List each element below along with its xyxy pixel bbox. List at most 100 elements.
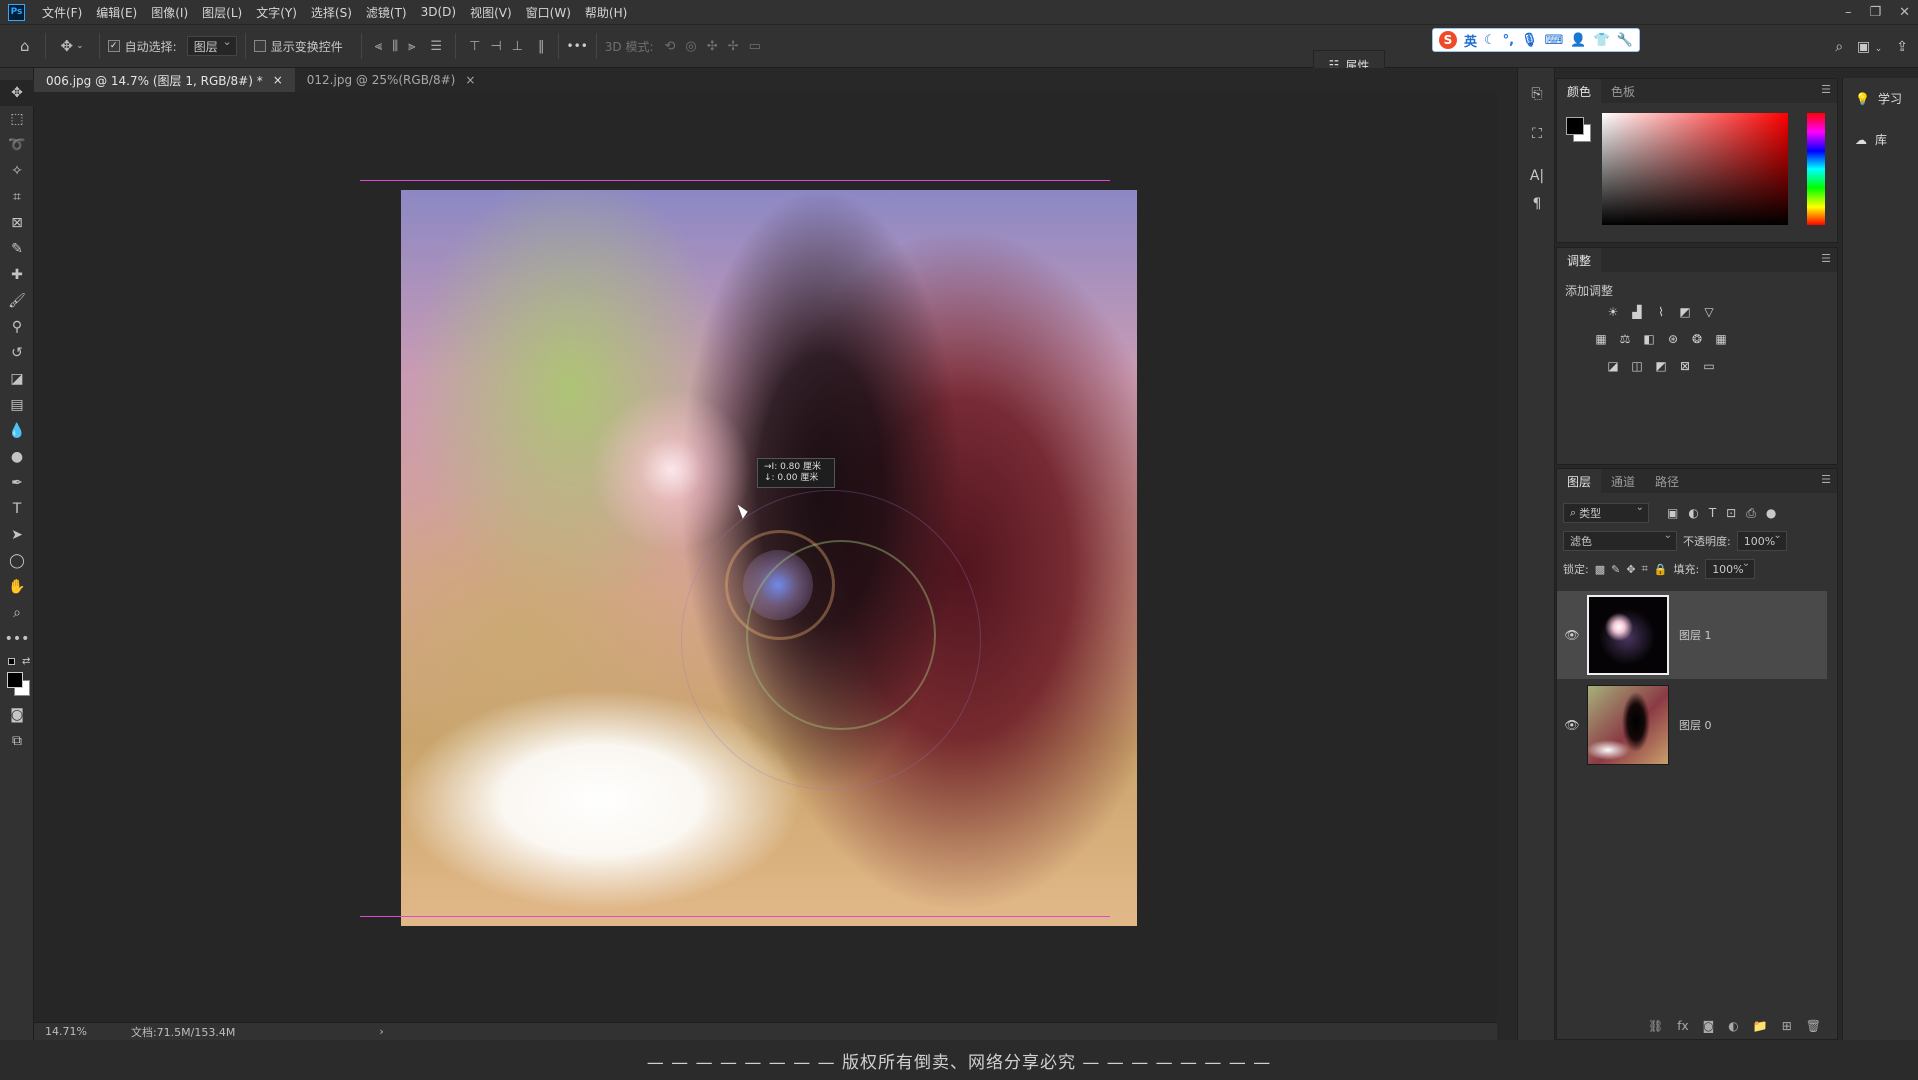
guide-line[interactable] [360,916,1110,917]
brush-tool-icon[interactable]: 🖌 [0,288,34,314]
vibrance-icon[interactable]: ▽ [1701,304,1717,320]
tab-006[interactable]: 006.jpg @ 14.7% (图层 1, RGB/8#) * × [34,68,295,92]
menu-type[interactable]: 文字(Y) [249,4,304,21]
3d-slide-icon[interactable]: ✢ [728,39,739,54]
user-icon[interactable]: 👤 [1570,33,1586,48]
filter-smart-object-icon[interactable]: ⎙ [1746,506,1756,521]
add-mask-icon[interactable]: ◙ [1703,1019,1715,1033]
menu-help[interactable]: 帮助(H) [578,4,634,21]
tab-012[interactable]: 012.jpg @ 25%(RGB/8#) × [295,68,488,92]
guide-line[interactable] [360,180,1110,181]
3d-roll-icon[interactable]: ◎ [685,39,696,54]
tab-adjustments[interactable]: 调整 [1557,248,1602,272]
3d-camera-icon[interactable]: ▭ [749,39,761,54]
eraser-tool-icon[interactable]: ◪ [0,366,34,392]
filter-shape-icon[interactable]: ⊡ [1726,506,1736,521]
move-tool-icon[interactable]: ✥ [0,80,34,106]
libraries-button[interactable]: ☁ 库 [1843,119,1918,160]
auto-select-dropdown[interactable]: 图层 [186,35,237,56]
zoom-level[interactable]: 14.71% [45,1025,87,1038]
opacity-input[interactable]: 100% [1736,530,1787,551]
gradient-tool-icon[interactable]: ▤ [0,392,34,418]
visibility-eye-icon[interactable]: 👁 [1557,718,1587,732]
menu-image[interactable]: 图像(I) [144,4,195,21]
layer-row[interactable]: 👁 图层 1 [1557,591,1827,679]
clone-stamp-tool-icon[interactable]: ⚲ [0,314,34,340]
minimize-icon[interactable]: – [1845,5,1852,20]
distribute-horizontal-icon[interactable]: ‖ [538,39,545,54]
align-left-icon[interactable]: ⫷ [375,39,382,54]
path-selection-tool-icon[interactable]: ➤ [0,522,34,548]
ime-language-toggle[interactable]: 英 [1464,31,1477,50]
character-panel-icon[interactable]: A| [1518,162,1556,190]
channel-mixer-icon[interactable]: ❂ [1689,331,1705,347]
menu-edit[interactable]: 编辑(E) [89,4,144,21]
layer-name[interactable]: 图层 1 [1679,627,1712,643]
panel-menu-icon[interactable]: ☰ [1821,252,1831,265]
posterize-icon[interactable]: ◫ [1629,358,1645,374]
menu-filter[interactable]: 滤镜(T) [359,4,414,21]
visibility-eye-icon[interactable]: 👁 [1557,628,1587,642]
threshold-icon[interactable]: ◩ [1653,358,1669,374]
home-icon[interactable]: ⌂ [20,37,30,55]
lock-all-icon[interactable]: 🔒 [1654,563,1668,576]
keyboard-icon[interactable]: ⌨ [1545,33,1564,48]
crop-tool-icon[interactable]: ⌗ [0,184,34,210]
wrench-icon[interactable]: 🔧 [1617,33,1633,48]
layer-filter-dropdown[interactable]: ⌕ 类型 [1563,502,1649,523]
link-layers-icon[interactable]: ⛓ [1648,1019,1663,1033]
menu-window[interactable]: 窗口(W) [519,4,578,21]
tab-swatches[interactable]: 色板 [1601,79,1645,103]
moon-icon[interactable]: ☾ [1484,33,1496,48]
color-lookup-icon[interactable]: ▦ [1713,331,1729,347]
filter-adjustment-icon[interactable]: ◐ [1688,506,1698,521]
filter-toggle-icon[interactable]: ● [1766,506,1776,521]
type-tool-icon[interactable]: T [0,496,34,522]
lock-position-icon[interactable]: ✥ [1626,563,1635,576]
quick-mask-icon[interactable]: ◙ [0,702,34,728]
zoom-tool-icon[interactable]: ⌕ [0,600,34,626]
edit-toolbar-icon[interactable]: ••• [0,626,34,652]
delete-layer-icon[interactable]: 🗑 [1806,1019,1821,1033]
close-tab-icon[interactable]: × [273,73,283,87]
menu-view[interactable]: 视图(V) [463,4,519,21]
more-options-button[interactable]: ••• [567,39,588,53]
new-adjustment-layer-icon[interactable]: ◐ [1728,1019,1738,1033]
screen-mode-icon[interactable]: ⧉ [0,728,34,754]
menu-select[interactable]: 选择(S) [304,4,359,21]
clone-source-panel-icon[interactable]: ⛶ [1518,120,1556,148]
move-tool-preset-icon[interactable]: ✥ ⌄ [61,37,84,55]
menu-layer[interactable]: 图层(L) [195,4,249,21]
blend-mode-dropdown[interactable]: 滤色 [1563,530,1677,551]
tab-channels[interactable]: 通道 [1601,469,1645,493]
microphone-icon[interactable]: 🎙 [1521,33,1538,48]
lasso-tool-icon[interactable]: ➰ [0,132,34,158]
foreground-swatch[interactable] [1566,117,1584,135]
panel-menu-icon[interactable]: ☰ [1821,83,1831,96]
show-transform-checkbox[interactable] [253,40,266,52]
workspace-icon[interactable]: ▣ ⌄ [1857,39,1882,55]
align-right-icon[interactable]: ⫸ [408,39,415,54]
tab-layers[interactable]: 图层 [1557,469,1602,493]
lock-transparent-icon[interactable]: ▩ [1595,563,1605,576]
exposure-icon[interactable]: ◩ [1677,304,1693,320]
dodge-tool-icon[interactable]: ● [0,444,34,470]
layer-style-icon[interactable]: fx [1677,1019,1688,1033]
close-window-icon[interactable]: ✕ [1899,5,1910,20]
lock-image-icon[interactable]: ✎ [1611,563,1620,576]
invert-icon[interactable]: ◪ [1605,358,1621,374]
new-group-icon[interactable]: 📁 [1753,1019,1768,1033]
fill-input[interactable]: 100% [1705,558,1756,579]
photo-filter-icon[interactable]: ⊛ [1665,331,1681,347]
layer-row[interactable]: 👁 图层 0 [1557,681,1827,769]
blur-tool-icon[interactable]: 💧 [0,418,34,444]
hand-tool-icon[interactable]: ✋ [0,574,34,600]
skin-icon[interactable]: 👕 [1594,33,1610,48]
selective-color-icon[interactable]: ⊠ [1677,358,1693,374]
color-balance-icon[interactable]: ⚖ [1617,331,1633,347]
hue-saturation-icon[interactable]: ▦ [1593,331,1609,347]
menu-file[interactable]: 文件(F) [35,4,89,21]
tab-paths[interactable]: 路径 [1645,469,1689,493]
panel-menu-icon[interactable]: ☰ [1821,473,1831,486]
search-icon[interactable]: ⌕ [1835,39,1843,55]
